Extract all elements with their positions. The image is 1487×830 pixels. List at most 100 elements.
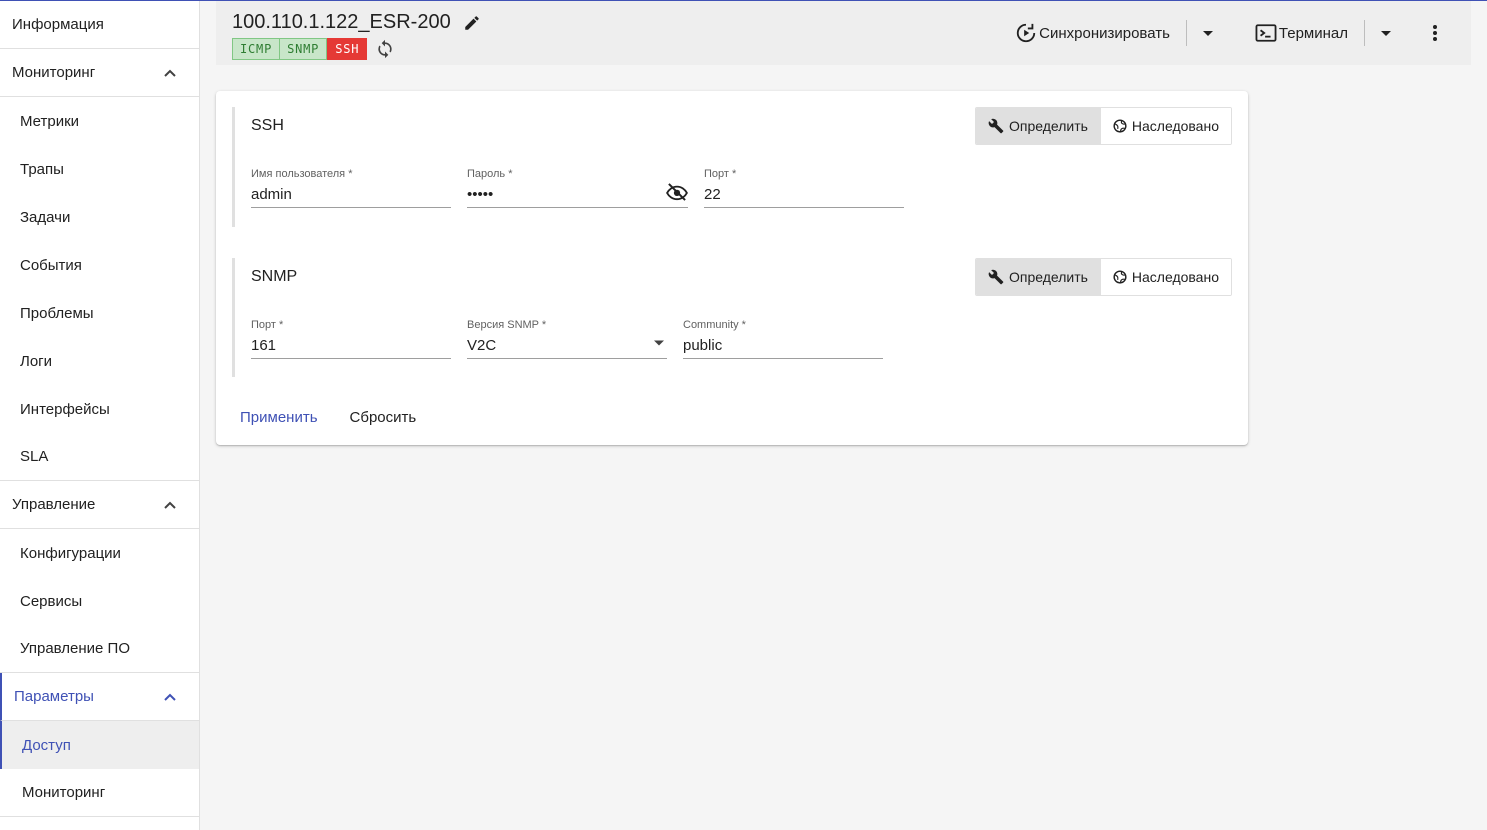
- field-value: V2C: [467, 337, 497, 354]
- sidebar-item-tasks[interactable]: Задачи: [0, 193, 199, 241]
- chevron-up-icon: [163, 68, 177, 78]
- snmp-inherited-button[interactable]: Наследовано: [1099, 259, 1231, 295]
- sidebar-item-label: SLA: [20, 448, 49, 465]
- ssh-port-field[interactable]: Порт * 22: [704, 168, 904, 208]
- terminal-button[interactable]: Терминал: [1255, 23, 1348, 43]
- divider: [1185, 20, 1187, 46]
- status-badge-icmp: ICMP: [232, 38, 281, 60]
- sidebar-item-label: Сервисы: [20, 592, 83, 610]
- sidebar-item-metrics[interactable]: Метрики: [0, 97, 199, 145]
- terminal-button-label: Терминал: [1278, 24, 1348, 42]
- field-label: Имя пользователя *: [251, 168, 353, 180]
- sidebar-item-interfaces[interactable]: Интерфейсы: [0, 385, 199, 433]
- sidebar-item-label: Логи: [20, 352, 53, 370]
- field-value: admin: [251, 186, 292, 203]
- sidebar-item-access[interactable]: Доступ: [0, 721, 199, 769]
- snmp-section: SNMP Определить Наследовано Порт * 161 В…: [232, 258, 1232, 377]
- pencil-icon[interactable]: [463, 14, 481, 32]
- sidebar-item-problems[interactable]: Проблемы: [0, 289, 199, 337]
- sidebar-item-label: Проблемы: [20, 304, 94, 322]
- sidebar-item-label: Интерфейсы: [20, 400, 110, 418]
- caret-down-icon: [1381, 30, 1391, 36]
- sidebar-item-label: Управление ПО: [20, 640, 131, 657]
- sidebar-item-monitoring-params[interactable]: Мониторинг: [0, 769, 199, 817]
- sidebar-item-label: Доступ: [22, 736, 71, 754]
- field-label: Пароль *: [467, 168, 513, 180]
- page-title: 100.110.1.122_ESR-200: [232, 11, 451, 33]
- sidebar-item-sla[interactable]: SLA: [0, 433, 199, 481]
- sync-button-label: Синхронизировать: [1039, 24, 1170, 42]
- snmp-define-button[interactable]: Определить: [975, 259, 1100, 295]
- form-actions: Применить Сбросить: [240, 409, 448, 426]
- globe-icon: [1113, 270, 1127, 284]
- sidebar-item-label: Конфигурации: [20, 544, 121, 562]
- sync-button[interactable]: Синхронизировать: [1015, 22, 1170, 44]
- caret-down-icon: [654, 340, 664, 346]
- more-vert-button[interactable]: [1423, 21, 1447, 45]
- snmp-port-field[interactable]: Порт * 161: [251, 319, 451, 359]
- device-header: 100.110.1.122_ESR-200 ICMP SNMP SSH Синх…: [216, 1, 1471, 65]
- field-label: Версия SNMP *: [467, 319, 547, 331]
- ssh-define-button[interactable]: Определить: [975, 108, 1100, 144]
- sidebar-item-label: Информация: [12, 16, 104, 33]
- caret-down-icon: [1202, 30, 1213, 36]
- sidebar-item-label: События: [20, 256, 82, 274]
- section-title: SNMP: [251, 268, 298, 285]
- sidebar-item-traps[interactable]: Трапы: [0, 145, 199, 193]
- more-vert-icon: [1433, 25, 1437, 41]
- sync-play-icon: [1017, 23, 1036, 43]
- chevron-up-icon: [163, 500, 177, 510]
- globe-icon: [1113, 119, 1127, 133]
- sidebar-section-parameters[interactable]: Параметры: [0, 673, 199, 721]
- inherited-label: Наследовано: [1131, 269, 1219, 285]
- sidebar-item-label: Трапы: [20, 160, 64, 178]
- sidebar-item-configurations[interactable]: Конфигурации: [0, 529, 199, 577]
- apply-button[interactable]: Применить: [240, 409, 318, 426]
- sidebar-section-label: Параметры: [14, 688, 94, 705]
- sidebar-item-label: Мониторинг: [22, 784, 106, 801]
- sidebar-item-services[interactable]: Сервисы: [0, 577, 199, 625]
- field-value: 161: [251, 337, 277, 354]
- define-label: Определить: [1008, 118, 1088, 134]
- terminal-icon: [1255, 24, 1277, 42]
- access-settings-card: SSH Определить Наследовано Имя пользоват…: [216, 91, 1248, 445]
- ssh-section: SSH Определить Наследовано Имя пользоват…: [232, 107, 1232, 227]
- sidebar-section-label: Управление: [12, 496, 96, 513]
- sync-dropdown-button[interactable]: [1197, 21, 1219, 45]
- status-badge-snmp: SNMP: [280, 38, 328, 60]
- page-title-row: 100.110.1.122_ESR-200: [232, 11, 481, 34]
- sidebar-section-monitoring[interactable]: Мониторинг: [0, 49, 199, 97]
- section-title: SSH: [251, 117, 284, 134]
- chevron-up-icon: [163, 692, 177, 702]
- refresh-icon[interactable]: [375, 39, 395, 59]
- ssh-inherited-button[interactable]: Наследовано: [1099, 108, 1231, 144]
- sidebar-item-events[interactable]: События: [0, 241, 199, 289]
- define-label: Определить: [1008, 269, 1088, 285]
- divider: [1364, 20, 1365, 46]
- status-chips: ICMP SNMP SSH: [232, 38, 395, 60]
- status-badge-ssh: SSH: [327, 38, 368, 60]
- field-label: Community *: [683, 319, 746, 331]
- sidebar-item-software[interactable]: Управление ПО: [0, 625, 199, 673]
- wrench-icon: [988, 118, 1004, 134]
- sidebar-item-label: Задачи: [20, 208, 71, 226]
- field-value: 22: [704, 186, 721, 203]
- snmp-version-select[interactable]: Версия SNMP * V2C: [467, 319, 667, 359]
- sidebar-item-logs[interactable]: Логи: [0, 337, 199, 385]
- snmp-community-field[interactable]: Community * public: [683, 319, 883, 359]
- inherited-label: Наследовано: [1131, 118, 1219, 134]
- terminal-dropdown-button[interactable]: [1375, 21, 1397, 45]
- field-label: Порт *: [251, 319, 284, 331]
- field-value: public: [683, 337, 723, 354]
- header-actions: Синхронизировать Терминал: [1015, 15, 1471, 51]
- visibility-off-icon[interactable]: [666, 181, 688, 203]
- field-value: •••••: [467, 186, 494, 203]
- sidebar-item-info[interactable]: Информация: [0, 1, 199, 49]
- reset-button[interactable]: Сбросить: [350, 409, 417, 426]
- sidebar: Информация Мониторинг Метрики Трапы Зада…: [0, 1, 200, 830]
- sidebar-section-management[interactable]: Управление: [0, 481, 199, 529]
- ssh-mode-toggle: Определить Наследовано: [974, 107, 1232, 145]
- ssh-username-field[interactable]: Имя пользователя * admin: [251, 168, 451, 208]
- ssh-password-field[interactable]: Пароль * •••••: [467, 168, 688, 208]
- field-label: Порт *: [704, 168, 737, 180]
